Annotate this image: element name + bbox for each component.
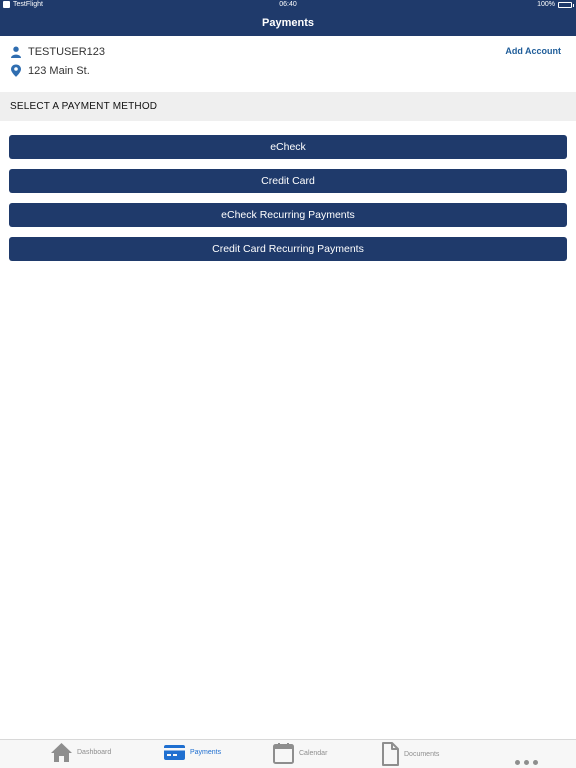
tab-dashboard-label: Dashboard [77,749,112,756]
tab-documents[interactable]: Documents [380,742,439,766]
tab-calendar-label: Calendar [299,750,328,757]
more-menu-icon[interactable] [515,760,538,765]
echeck-button[interactable]: eCheck [9,135,567,159]
battery-percent: 100% [537,1,555,8]
section-header: SELECT A PAYMENT METHOD [0,92,576,121]
page-title: Payments [262,17,314,29]
top-bar: TestFlight 06:40 100% Payments [0,0,576,36]
account-address-row: 123 Main St. [10,64,90,77]
credit-card-recurring-button[interactable]: Credit Card Recurring Payments [9,237,567,261]
house-icon [51,743,72,762]
tab-bar: Dashboard Payments Calendar Documents [0,739,576,768]
calendar-icon [273,743,294,764]
account-info: TESTUSER123 123 Main St. Add Account [0,36,576,92]
echeck-recurring-button[interactable]: eCheck Recurring Payments [9,203,567,227]
section-header-label: SELECT A PAYMENT METHOD [10,101,158,112]
tab-dashboard[interactable]: Dashboard [50,742,111,763]
location-pin-icon [11,64,21,77]
status-right: 100% [537,1,574,8]
tab-payments[interactable]: Payments [163,742,221,762]
account-user-row: TESTUSER123 [10,46,105,58]
payments-screen: TestFlight 06:40 100% Payments TESTUSER1… [0,0,576,768]
tab-payments-label: Payments [190,748,222,756]
account-address: 123 Main St. [28,64,90,77]
status-bar: TestFlight 06:40 100% [0,0,576,11]
credit-card-button[interactable]: Credit Card [9,169,567,193]
credit-card-icon [164,745,185,760]
add-account-link[interactable]: Add Account [505,46,561,56]
battery-icon [558,1,574,8]
document-icon [382,742,399,766]
account-username: TESTUSER123 [28,46,106,58]
tab-documents-label: Documents [404,750,440,758]
tab-calendar[interactable]: Calendar [272,742,327,765]
status-time: 06:40 [279,1,297,8]
user-icon [11,46,21,58]
